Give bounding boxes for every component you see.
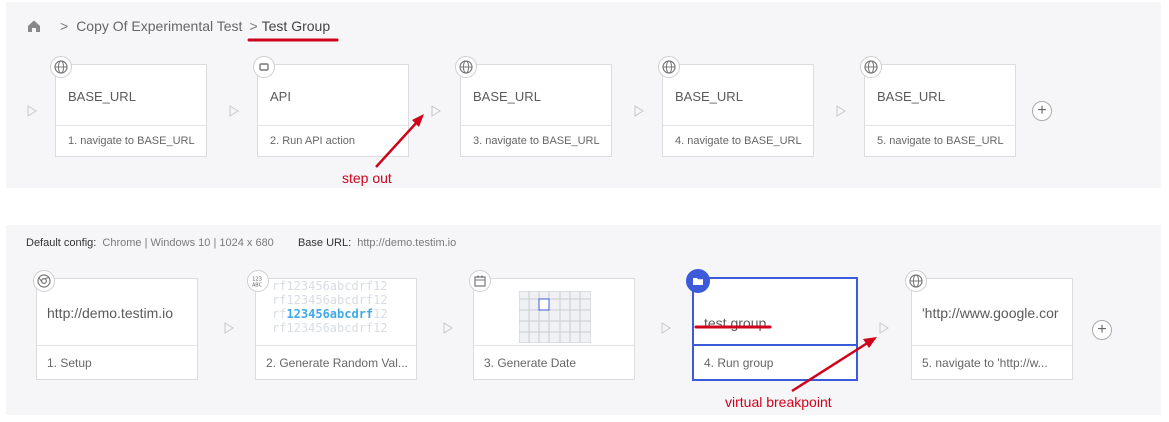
globe-icon (860, 56, 882, 78)
globe-icon (455, 56, 477, 78)
step-title: BASE_URL (675, 89, 743, 104)
step-footer: 3. navigate to BASE_URL (461, 125, 611, 156)
step-card-top-5[interactable]: BASE_URL 5. navigate to BASE_URL (864, 64, 1016, 157)
svg-text:ABC: ABC (252, 283, 262, 289)
step-card-bottom-4[interactable]: test group 4. Run group (692, 277, 858, 381)
step-footer: 1. Setup (37, 345, 197, 379)
default-config-value[interactable]: Chrome | Windows 10 | 1024 x 680 (102, 237, 273, 249)
breadcrumb-separator: > (249, 18, 258, 34)
connector-arrow (229, 105, 239, 117)
step-card-bottom-5[interactable]: 'http://www.google.cor 5. navigate to 'h… (911, 278, 1073, 380)
step-footer: 2. Generate Random Val... (256, 345, 416, 379)
step-card-top-2[interactable]: API 2. Run API action (257, 64, 409, 157)
random-text-line: rf123456abcdrf12 (272, 293, 388, 307)
chrome-icon (33, 270, 55, 292)
connector-arrow (443, 322, 453, 334)
connector-arrow (27, 105, 37, 117)
step-title: API (270, 89, 291, 104)
api-icon (253, 56, 275, 78)
step-card-top-1[interactable]: BASE_URL 1. navigate to BASE_URL (55, 64, 207, 157)
step-footer: 4. navigate to BASE_URL (663, 125, 813, 156)
step-title: BASE_URL (877, 89, 945, 104)
globe-icon (50, 56, 72, 78)
calendar-icon (469, 270, 491, 292)
random-text-line: rf123456abcdrf12 (272, 321, 388, 335)
breadcrumb-item-parent[interactable]: Copy Of Experimental Test (76, 18, 242, 34)
home-icon[interactable] (26, 18, 42, 34)
breadcrumb-item-current: Test Group (261, 18, 331, 34)
folder-icon (686, 269, 710, 293)
step-card-top-4[interactable]: BASE_URL 4. navigate to BASE_URL (662, 64, 814, 157)
step-footer: 4. Run group (694, 344, 856, 379)
connector-arrow (634, 105, 644, 117)
random-values-icon: 123 ABC (247, 270, 269, 292)
connector-arrow (431, 105, 441, 117)
default-config-label: Default config: (26, 237, 97, 249)
step-footer: 5. navigate to BASE_URL (865, 125, 1015, 156)
step-title: BASE_URL (68, 89, 136, 104)
connector-arrow (661, 322, 671, 334)
step-footer: 2. Run API action (258, 125, 408, 156)
step-card-bottom-3[interactable]: 3. Generate Date (473, 278, 635, 380)
calendar-grid-preview (519, 291, 591, 343)
random-text-line: rf123456abcdrf12 (272, 279, 388, 293)
step-card-bottom-1[interactable]: http://demo.testim.io 1. Setup (36, 278, 198, 380)
step-footer: 5. navigate to 'http://w... (912, 345, 1072, 379)
step-card-top-3[interactable]: BASE_URL 3. navigate to BASE_URL (460, 64, 612, 157)
random-values-preview: rf123456abcdrf12 rf123456abcdrf12 rf1234… (256, 279, 416, 347)
breadcrumb-separator: > (60, 18, 69, 34)
config-row: Default config: Chrome | Windows 10 | 10… (26, 237, 456, 249)
globe-icon (905, 270, 927, 292)
connector-arrow (836, 105, 846, 117)
globe-icon (658, 56, 680, 78)
add-step-button[interactable]: + (1032, 101, 1052, 121)
annotation-virtual-breakpoint: virtual breakpoint (725, 394, 832, 410)
step-footer: 3. Generate Date (474, 345, 634, 379)
step-footer: 1. navigate to BASE_URL (56, 125, 206, 156)
step-card-bottom-2[interactable]: rf123456abcdrf12 rf123456abcdrf12 rf1234… (255, 278, 417, 380)
random-text-line: rf123456abcdrf12 (272, 307, 388, 321)
breadcrumb: > Copy Of Experimental Test > Test Group (26, 15, 330, 37)
base-url-value[interactable]: http://demo.testim.io (357, 237, 456, 249)
step-title: 'http://www.google.cor (922, 305, 1059, 321)
step-title: http://demo.testim.io (47, 305, 174, 321)
annotation-step-out: step out (342, 170, 392, 186)
base-url-label: Base URL: (297, 237, 352, 249)
connector-arrow (879, 322, 889, 334)
connector-arrow (224, 322, 234, 334)
random-text-highlight: 123456abcdrf (286, 307, 374, 321)
add-step-button[interactable]: + (1092, 320, 1112, 340)
step-title: BASE_URL (473, 89, 541, 104)
